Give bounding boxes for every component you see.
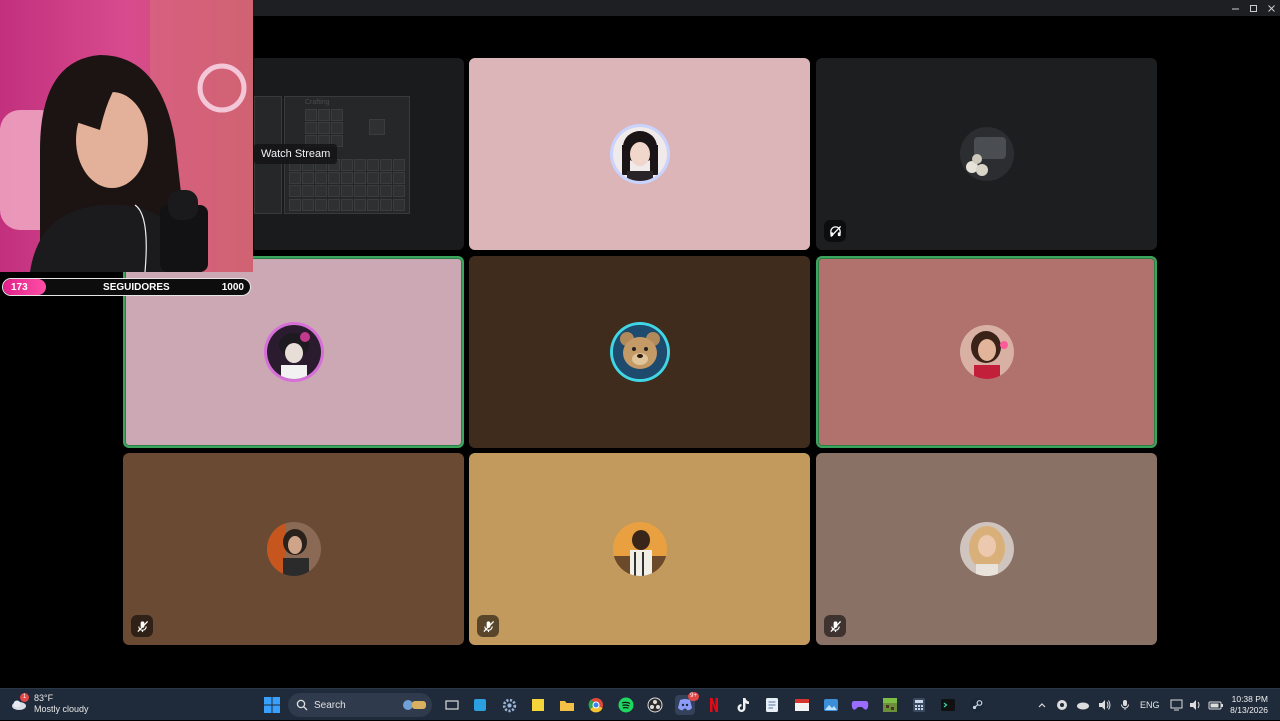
netflix-icon xyxy=(710,698,718,712)
close-button[interactable] xyxy=(1260,0,1280,16)
weather-icon-wrap: 1 xyxy=(10,693,29,713)
speaker-icon[interactable] xyxy=(1189,699,1202,711)
terminal-icon xyxy=(941,699,955,711)
participant-tile[interactable] xyxy=(816,58,1157,250)
task-view-icon xyxy=(445,700,459,710)
participant-tile[interactable] xyxy=(469,58,810,250)
start-button[interactable] xyxy=(262,695,282,715)
obs-icon xyxy=(647,697,663,713)
webcam-overlay xyxy=(0,0,253,272)
store-icon xyxy=(474,699,486,711)
gear-icon xyxy=(502,698,516,712)
search-placeholder: Search xyxy=(314,699,346,711)
avatar xyxy=(959,522,1014,576)
minimize-icon xyxy=(1231,8,1239,9)
taskbar-app-game-controller[interactable] xyxy=(850,695,870,715)
avatar xyxy=(266,522,321,576)
mic-off-icon xyxy=(136,620,148,632)
weather-condition: Mostly cloudy xyxy=(34,704,89,714)
search-icon xyxy=(296,699,308,711)
folder-icon xyxy=(560,701,574,711)
close-icon xyxy=(1267,4,1275,12)
taskbar-app-spotify[interactable] xyxy=(616,695,636,715)
avatar xyxy=(959,127,1014,181)
windows-taskbar: 1 83°F Mostly cloudy Search 9+ ENG 10:38… xyxy=(0,688,1280,720)
spotify-icon xyxy=(618,697,634,713)
participant-tile[interactable] xyxy=(123,453,464,645)
participant-tile-speaking[interactable] xyxy=(816,256,1157,448)
taskbar-app-netflix[interactable] xyxy=(704,695,724,715)
task-view-button[interactable] xyxy=(442,695,462,715)
inventory-title: Crafting xyxy=(305,99,330,106)
taskbar-app-sticky-notes[interactable] xyxy=(528,695,548,715)
taskbar-app-minecraft[interactable] xyxy=(880,695,900,715)
avatar xyxy=(612,127,667,181)
taskbar-app-calculator[interactable] xyxy=(909,695,929,715)
mic-off-icon xyxy=(482,620,494,632)
taskbar-app-store[interactable] xyxy=(470,695,490,715)
weather-alert-badge: 1 xyxy=(20,693,29,702)
follower-current: 173 xyxy=(11,281,28,293)
follower-goal-bar: 173 SEGUIDORES 1000 xyxy=(2,278,251,296)
microphone-icon[interactable] xyxy=(1120,699,1130,711)
taskbar-app-steam[interactable] xyxy=(967,695,987,715)
taskbar-app-terminal[interactable] xyxy=(938,695,958,715)
sticky-note-icon xyxy=(532,699,544,711)
taskbar-app-chrome[interactable] xyxy=(586,695,606,715)
taskbar-app-discord[interactable]: 9+ xyxy=(675,692,699,715)
taskbar-app-settings[interactable] xyxy=(499,695,519,715)
deafened-badge xyxy=(824,220,846,242)
minecraft-icon xyxy=(883,698,897,712)
game-controller-icon xyxy=(851,701,869,710)
participant-tile[interactable] xyxy=(469,256,810,448)
chrome-icon xyxy=(588,698,603,713)
input-language[interactable]: ENG xyxy=(1140,700,1160,710)
taskbar-app-obs[interactable] xyxy=(645,695,665,715)
taskbar-clock[interactable]: 10:38 PM 8/13/2026 xyxy=(1230,694,1268,716)
follower-label: SEGUIDORES xyxy=(103,281,170,293)
muted-badge xyxy=(824,615,846,637)
weather-temp: 83°F xyxy=(34,693,54,703)
taskbar-app-news[interactable] xyxy=(792,695,812,715)
volume-icon[interactable] xyxy=(1098,699,1112,711)
mic-off-icon xyxy=(829,620,841,632)
notepad-icon xyxy=(766,698,778,712)
steam-icon xyxy=(970,698,984,712)
taskbar-app-file-explorer[interactable] xyxy=(557,695,577,715)
participant-tile[interactable] xyxy=(469,453,810,645)
tiktok-icon xyxy=(737,698,749,712)
calculator-icon xyxy=(913,698,925,712)
battery-icon[interactable] xyxy=(1208,699,1224,711)
weather-widget[interactable]: 1 83°F Mostly cloudy xyxy=(10,693,89,715)
taskbar-search[interactable]: Search xyxy=(288,693,432,717)
system-tray: ENG xyxy=(1036,689,1224,721)
taskbar-app-notepad[interactable] xyxy=(762,695,782,715)
clock-time: 10:38 PM xyxy=(1231,694,1268,704)
search-highlight-icon xyxy=(403,700,426,710)
follower-goal: 1000 xyxy=(221,281,244,293)
chevron-up-icon[interactable] xyxy=(1036,699,1048,711)
headphones-off-icon xyxy=(829,225,841,237)
taskbar-app-photos[interactable] xyxy=(821,695,841,715)
maximize-icon xyxy=(1249,4,1257,12)
discord-notification-badge: 9+ xyxy=(688,692,699,701)
onedrive-icon[interactable] xyxy=(1076,699,1090,711)
clock-date: 8/13/2026 xyxy=(1230,705,1268,715)
avatar xyxy=(612,522,667,576)
taskbar-app-tiktok[interactable] xyxy=(733,695,753,715)
news-icon xyxy=(795,699,809,711)
muted-badge xyxy=(477,615,499,637)
tray-app-icon[interactable] xyxy=(1056,699,1068,711)
webcam-feed xyxy=(0,0,253,272)
watch-stream-button[interactable]: Watch Stream xyxy=(254,144,338,164)
photos-icon xyxy=(824,699,838,711)
avatar xyxy=(959,325,1014,379)
avatar xyxy=(266,325,321,379)
participant-tile[interactable] xyxy=(816,453,1157,645)
display-icon[interactable] xyxy=(1170,699,1183,711)
avatar xyxy=(612,325,667,379)
muted-badge xyxy=(131,615,153,637)
windows-logo-icon xyxy=(264,697,280,713)
